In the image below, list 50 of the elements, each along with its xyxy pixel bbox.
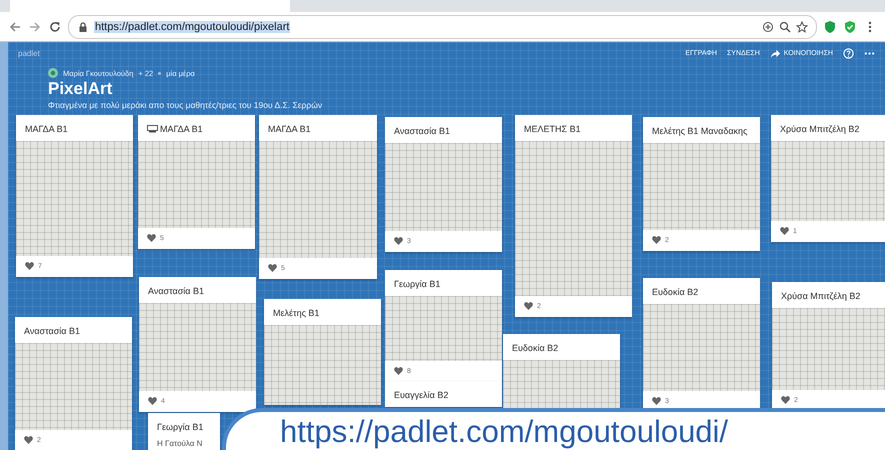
- heart-icon[interactable]: [394, 237, 403, 245]
- post-title: ΜΑΓΔΑ Β1: [268, 124, 311, 134]
- board-description: Φτιαγμένα με πολύ μεράκι απο τους μαθητές/τριες του 19ου Δ.Σ. Σερρών: [48, 100, 324, 110]
- extension-icon[interactable]: [823, 20, 837, 34]
- separator-dot-icon: [158, 72, 162, 74]
- post-title: Χρύσα Μπιτζέλη Β2: [780, 124, 860, 134]
- shield-check-icon[interactable]: [843, 20, 857, 34]
- reload-icon[interactable]: [48, 20, 62, 34]
- post-title: Μελέτης Β1 Μαναδακης: [652, 126, 748, 136]
- heart-icon[interactable]: [524, 302, 533, 310]
- heart-icon[interactable]: [25, 262, 34, 270]
- post-title: Αναστασία Β1: [24, 326, 80, 336]
- heart-icon[interactable]: [781, 396, 790, 404]
- post-title: Ευαγγελία Β2: [394, 390, 448, 400]
- post-title: Μελέτης Β1: [273, 308, 320, 318]
- post-title: Ευδοκία Β2: [512, 343, 558, 353]
- post-title: Χρύσα Μπιτζέλη Β2: [781, 291, 860, 301]
- post-title: Αναστασία Β1: [148, 286, 204, 296]
- lock-icon: [77, 20, 89, 32]
- post-card[interactable]: Γεωργία Β1 Η Γατούλα Ν: [148, 413, 220, 450]
- post-card[interactable]: Ευαγγελία Β2: [385, 381, 502, 407]
- help-icon[interactable]: [843, 48, 854, 58]
- heart-icon[interactable]: [652, 397, 661, 405]
- back-icon[interactable]: [8, 20, 22, 34]
- callout-url: https://padlet.com/mgoutouloudi/: [280, 414, 730, 450]
- post-title: Γεωργία Β1: [157, 422, 204, 432]
- heart-icon[interactable]: [24, 436, 33, 444]
- share-icon[interactable]: [770, 48, 781, 58]
- star-icon[interactable]: [796, 20, 808, 32]
- address-bar[interactable]: https://padlet.com/mgoutouloudi/pixelart: [68, 14, 817, 38]
- board-title: PixelArt: [48, 79, 114, 99]
- heart-icon[interactable]: [394, 367, 403, 375]
- heart-icon[interactable]: [268, 264, 277, 272]
- post-title: ΜΑΓΔΑ Β1: [160, 124, 203, 134]
- url-text: https://padlet.com/mgoutouloudi/pixelart: [94, 20, 290, 32]
- avatar-icon: [48, 68, 58, 78]
- search-icon[interactable]: [779, 20, 791, 32]
- post-title: ΜΑΓΔΑ Β1: [25, 124, 68, 134]
- post-title: Ευδοκία Β2: [652, 287, 698, 297]
- post-text: Η Γατούλα Ν: [156, 439, 204, 450]
- post-card[interactable]: Ευδοκία Β2: [503, 334, 620, 408]
- heart-icon[interactable]: [148, 397, 157, 405]
- heart-icon[interactable]: [652, 236, 661, 244]
- post-title: Αναστασία Β1: [394, 126, 450, 136]
- heart-icon[interactable]: [147, 234, 156, 242]
- post-card[interactable]: Μελέτης Β1: [264, 299, 381, 405]
- heart-icon[interactable]: [780, 227, 789, 235]
- zoom-in-icon[interactable]: [762, 20, 774, 32]
- post-title: Γεωργία Β1: [394, 279, 440, 289]
- post-title: ΜΕΛΕΤΗΣ Β1: [524, 124, 581, 134]
